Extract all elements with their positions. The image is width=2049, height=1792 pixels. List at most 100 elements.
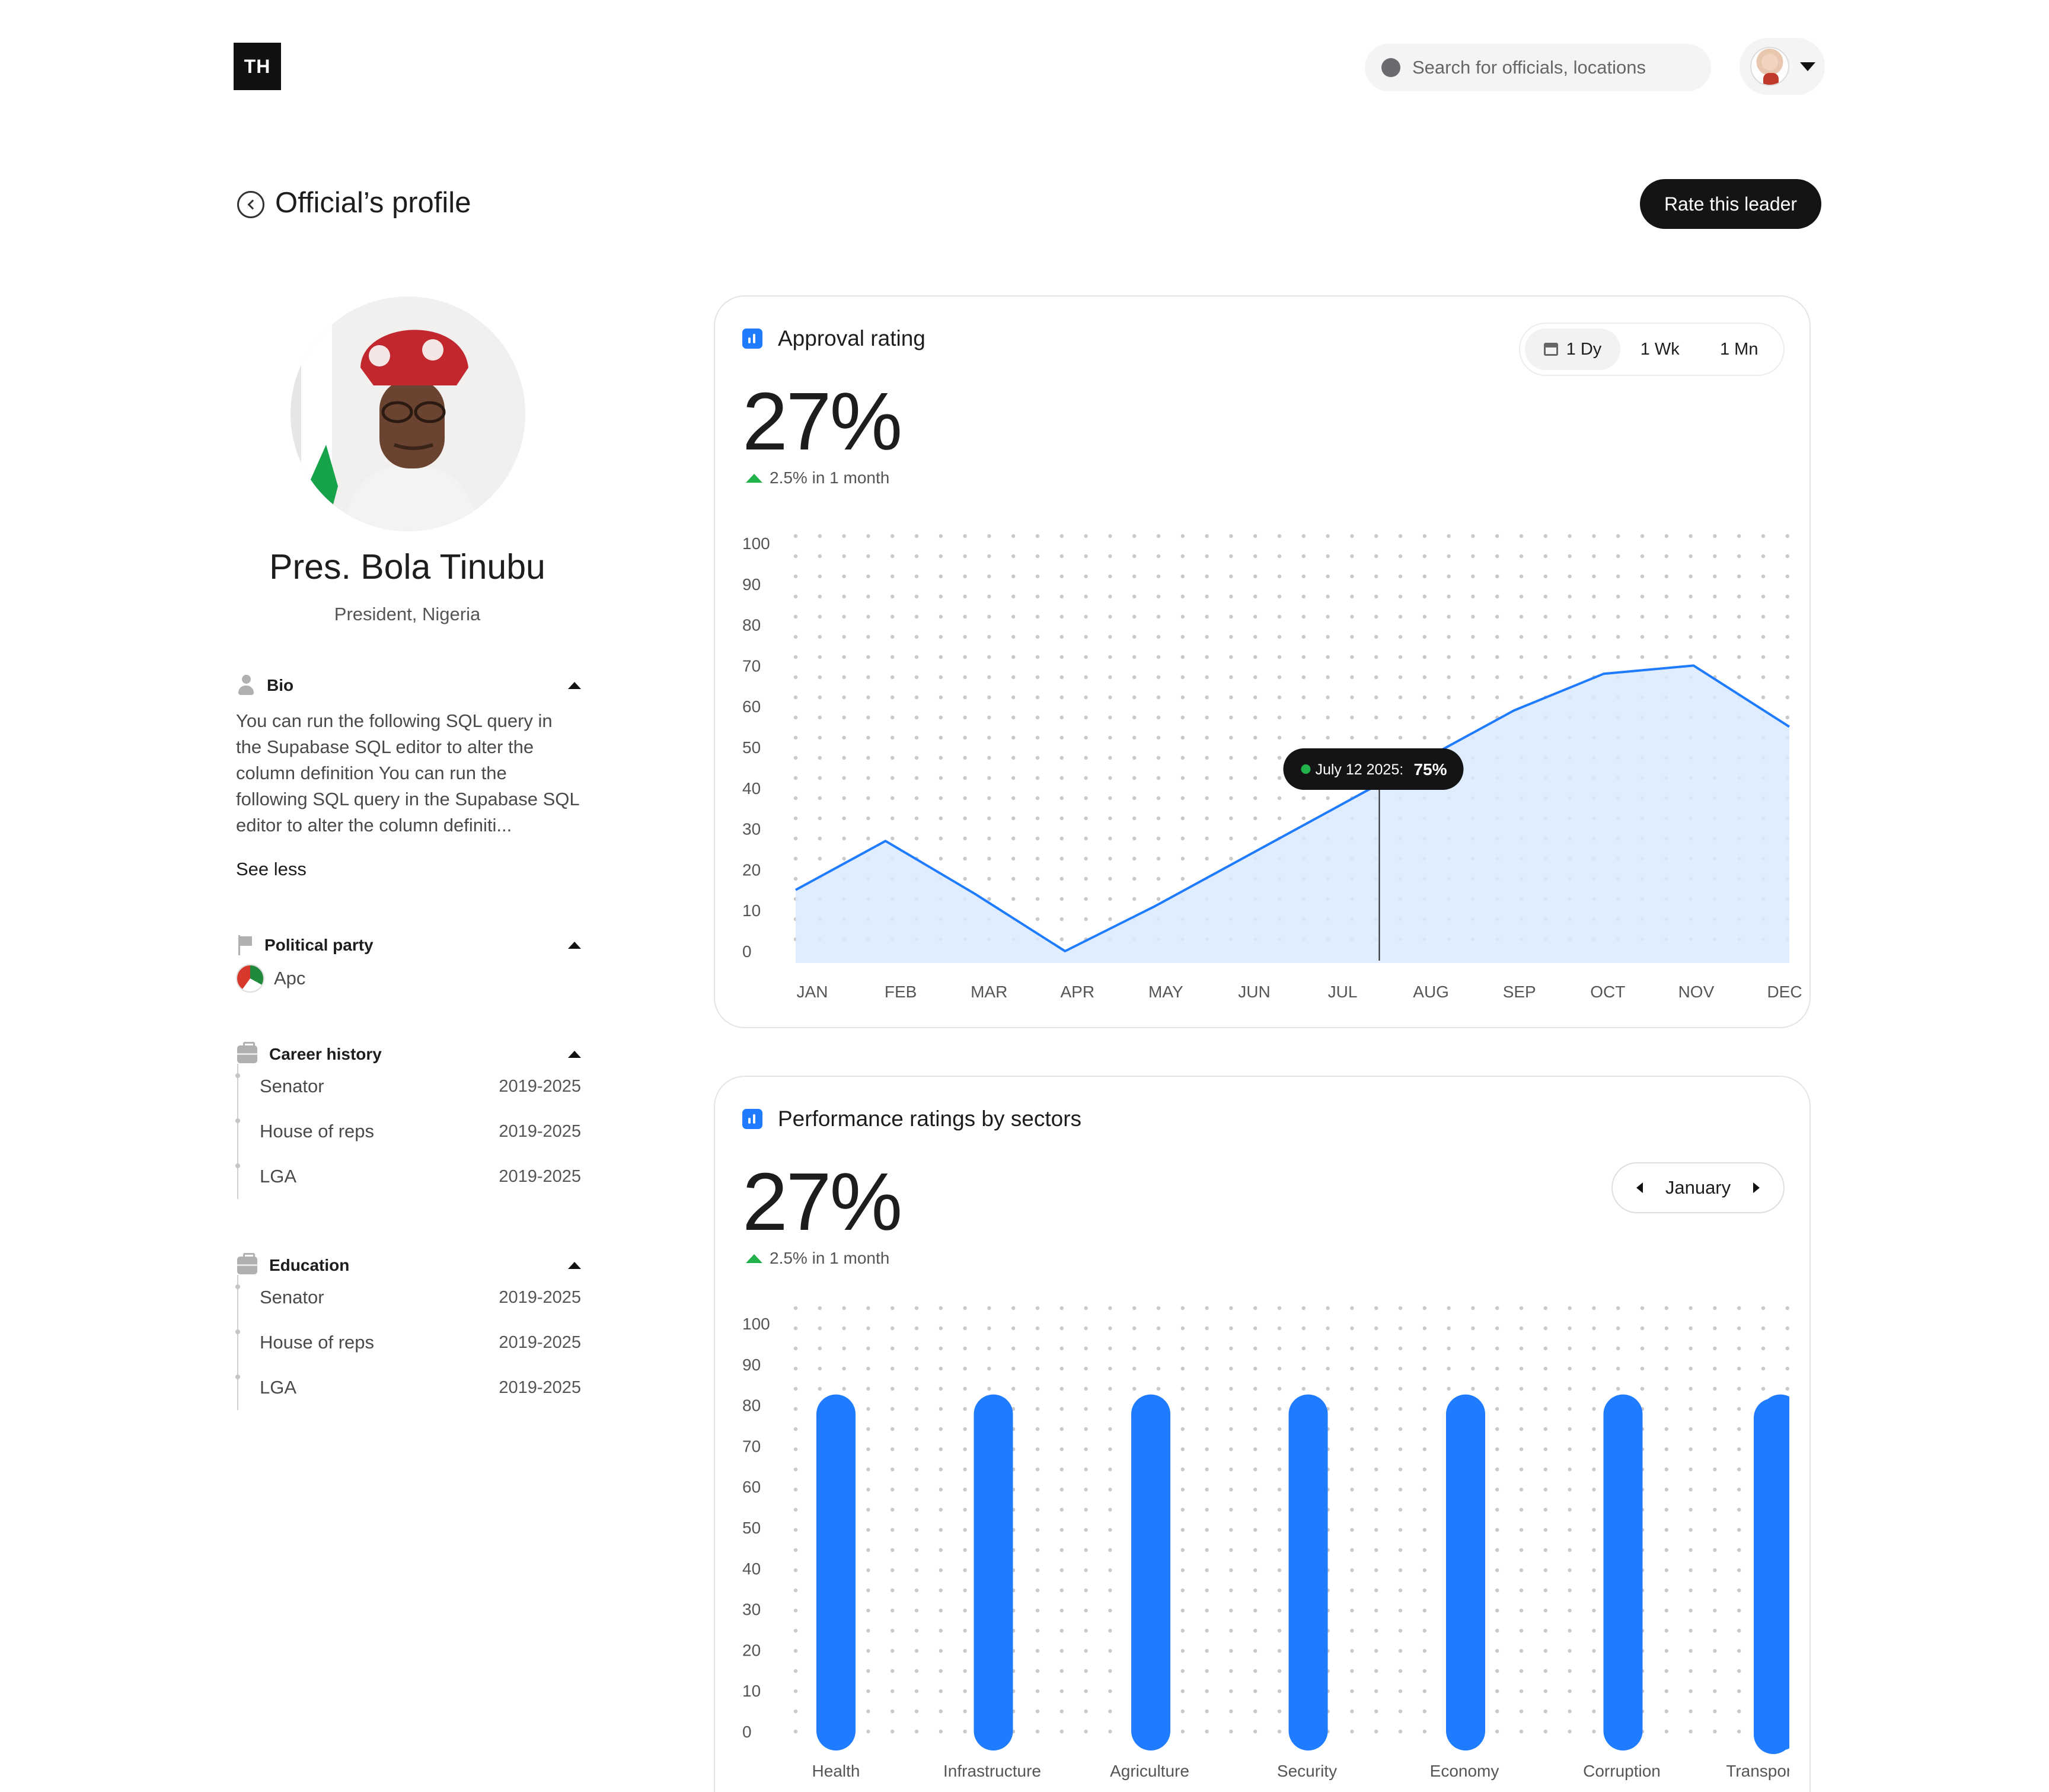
y-tick-label: 50 [742, 1519, 761, 1537]
sector-bar-overflow [1754, 1398, 1793, 1754]
official-photo [291, 296, 525, 531]
career-item-title: House of reps [260, 1121, 374, 1141]
tooltip-value: 75% [1413, 760, 1447, 779]
education-item-title: Senator [260, 1287, 324, 1308]
y-tick-label: 0 [742, 1723, 752, 1741]
timeline-dot [235, 1375, 240, 1379]
chevron-left-icon [247, 199, 257, 210]
app-logo[interactable]: TH [234, 43, 281, 90]
search-bar[interactable] [1365, 44, 1711, 91]
career-item: Senator 2019-2025 [235, 1064, 581, 1109]
timeline-dot [235, 1118, 240, 1123]
y-tick-label: 80 [742, 1396, 761, 1415]
education-item: House of reps 2019-2025 [235, 1320, 581, 1365]
official-role: President, Nigeria [334, 604, 481, 624]
sector-bar[interactable] [1603, 1394, 1643, 1750]
person-icon [237, 675, 255, 696]
education-item-years: 2019-2025 [499, 1378, 581, 1397]
school-icon [237, 1253, 257, 1274]
see-less-link[interactable]: See less [236, 859, 307, 880]
y-tick-label: 70 [742, 656, 761, 675]
chevron-up-icon[interactable] [568, 942, 581, 949]
chevron-up-icon[interactable] [568, 1051, 581, 1058]
y-tick-label: 30 [742, 1600, 761, 1619]
search-input[interactable] [1412, 57, 1697, 78]
sector-bar[interactable] [1446, 1394, 1485, 1750]
rate-leader-button[interactable]: Rate this leader [1640, 179, 1821, 229]
page-title: Official’s profile [275, 187, 471, 219]
y-tick-label: 20 [742, 860, 761, 879]
search-icon [1381, 58, 1400, 77]
x-tick-label: Corruption [1583, 1762, 1661, 1780]
back-button[interactable] [237, 191, 264, 218]
chart-tooltip: July 12 2025: 75% [1283, 748, 1464, 790]
career-item-years: 2019-2025 [499, 1076, 581, 1096]
approval-line-chart: 0 10 20 30 40 50 60 70 80 90 100 JAN FEB MAR APR MAY JUN… [742, 534, 1802, 1001]
x-tick-label: AUG [1413, 983, 1449, 1001]
party-section-header[interactable]: Political party [237, 932, 581, 958]
sector-bar[interactable] [974, 1394, 1013, 1750]
y-tick-label: 10 [742, 1682, 761, 1700]
user-menu[interactable] [1740, 38, 1825, 95]
timeline-dot [235, 1284, 240, 1289]
sector-bar-chart: 0 10 20 30 40 50 60 70 80 90 100 Health Infrastructu… [742, 1306, 1809, 1788]
education-item: Senator 2019-2025 [235, 1275, 581, 1320]
career-item-title: LGA [260, 1166, 297, 1187]
bio-text: You can run the following SQL query in t… [236, 710, 579, 836]
party-label: Political party [264, 936, 374, 954]
chevron-up-icon[interactable] [568, 1262, 581, 1269]
approval-rating-card: Approval rating 27% 2.5% in 1 month 1 Dy… [714, 295, 1811, 1028]
education-item-title: House of reps [260, 1332, 374, 1353]
x-tick-label: MAR [971, 983, 1007, 1001]
x-tick-label: Health [812, 1762, 860, 1780]
x-tick-label: FEB [885, 983, 917, 1001]
x-tick-label: Agriculture [1110, 1762, 1189, 1780]
sector-x-axis: Health Infrastructure Agriculture Security E… [812, 1762, 1809, 1780]
party-name: Apc [274, 968, 306, 989]
approval-y-axis: 0 10 20 30 40 50 60 70 80 90 100 [742, 534, 770, 961]
x-tick-label: APR [1060, 983, 1094, 1001]
x-tick-label: JUL [1328, 983, 1358, 1001]
career-item: House of reps 2019-2025 [235, 1109, 581, 1154]
x-tick-label: Infrastructure [943, 1762, 1041, 1780]
x-tick-label: DEC [1767, 983, 1802, 1001]
y-tick-label: 90 [742, 1356, 761, 1374]
y-tick-label: 40 [742, 779, 761, 798]
education-item-years: 2019-2025 [499, 1332, 581, 1352]
education-item-years: 2019-2025 [499, 1287, 581, 1307]
briefcase-icon [237, 1042, 257, 1063]
bio-section-header[interactable]: Bio [237, 672, 581, 699]
y-tick-label: 70 [742, 1437, 761, 1455]
y-tick-label: 100 [742, 1315, 770, 1333]
x-tick-label: OCT [1590, 983, 1625, 1001]
career-timeline: Senator 2019-2025 House of reps 2019-2025 … [235, 1064, 581, 1199]
official-name: Pres. Bola Tinubu [269, 547, 545, 586]
x-tick-label: SEP [1503, 983, 1536, 1001]
y-tick-label: 90 [742, 575, 761, 594]
y-tick-label: 80 [742, 616, 761, 634]
sector-bar[interactable] [1288, 1394, 1328, 1750]
status-dot-icon [1301, 764, 1311, 774]
chevron-up-icon[interactable] [568, 682, 581, 689]
career-item-title: Senator [260, 1076, 324, 1096]
user-avatar [1750, 47, 1789, 86]
sector-bar[interactable] [816, 1394, 856, 1750]
timeline-dot [235, 1329, 240, 1334]
y-tick-label: 100 [742, 534, 770, 553]
x-tick-label: JAN [797, 983, 828, 1001]
education-label: Education [269, 1256, 350, 1274]
y-tick-label: 10 [742, 901, 761, 920]
y-tick-label: 30 [742, 820, 761, 838]
sector-bar[interactable] [1131, 1394, 1170, 1750]
y-tick-label: 60 [742, 1478, 761, 1496]
education-item-title: LGA [260, 1377, 297, 1398]
timeline-dot [235, 1073, 240, 1078]
x-tick-label: Security [1277, 1762, 1337, 1780]
y-tick-label: 20 [742, 1641, 761, 1659]
y-tick-label: 40 [742, 1560, 761, 1578]
y-tick-label: 0 [742, 942, 752, 961]
party-info: Apc [236, 964, 305, 993]
x-tick-label: Economy [1430, 1762, 1499, 1780]
career-item: LGA 2019-2025 [235, 1154, 581, 1199]
career-label: Career history [269, 1045, 382, 1063]
